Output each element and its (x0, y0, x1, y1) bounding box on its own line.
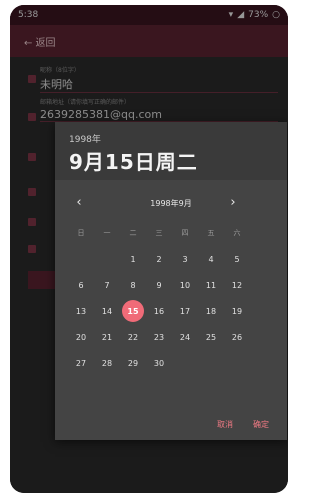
day-number: 21 (101, 332, 113, 342)
day-cell[interactable]: 21 (94, 324, 120, 350)
day-number: 12 (231, 280, 243, 290)
day-cell[interactable]: 1 (120, 246, 146, 272)
selected-day-cell[interactable]: 15 (120, 298, 146, 324)
day-number: 8 (130, 280, 136, 290)
day-number: 23 (153, 332, 165, 342)
day-cell[interactable]: 23 (146, 324, 172, 350)
day-number: 19 (231, 306, 243, 316)
phone-screen: 5:38 ▾ ◢ 73% ○ ← 返回 昵称（8位字） 未明哈 邮箱地址（请你填… (10, 5, 288, 493)
day-cell[interactable]: 24 (172, 324, 198, 350)
weekday-label: 四 (181, 229, 189, 237)
date-picker-header: 1998年 9月15日周二 (55, 122, 287, 180)
day-number: 22 (127, 332, 139, 342)
day-number: 18 (205, 306, 217, 316)
day-number: 14 (101, 306, 113, 316)
weekday-header: 日一二三四五六 (68, 228, 250, 238)
weekday-label: 日 (77, 229, 85, 237)
day-number: 28 (101, 358, 113, 368)
day-number: 10 (179, 280, 191, 290)
day-cell[interactable]: 5 (224, 246, 250, 272)
weekday-label: 五 (207, 229, 215, 237)
day-cell[interactable]: 22 (120, 324, 146, 350)
weekday-label: 一 (103, 229, 111, 237)
day-number: 25 (205, 332, 217, 342)
day-number: 24 (179, 332, 191, 342)
day-number: 1 (130, 254, 136, 264)
day-number: 26 (231, 332, 243, 342)
day-cell[interactable]: 18 (198, 298, 224, 324)
day-cell[interactable]: 17 (172, 298, 198, 324)
day-cell[interactable]: 4 (198, 246, 224, 272)
day-cell[interactable]: 20 (68, 324, 94, 350)
month-navigation: ‹ 1998年9月 › (55, 196, 287, 212)
day-cell[interactable]: 7 (94, 272, 120, 298)
cancel-button[interactable]: 取消 (217, 419, 233, 430)
day-cell[interactable]: 30 (146, 350, 172, 376)
day-number: 29 (127, 358, 139, 368)
selected-year[interactable]: 1998年 (69, 132, 101, 145)
day-number: 16 (153, 306, 165, 316)
day-number: 3 (182, 254, 188, 264)
dialog-actions: 取消 确定 (217, 419, 269, 430)
day-cell[interactable]: 16 (146, 298, 172, 324)
day-cell[interactable]: 9 (146, 272, 172, 298)
day-cell[interactable]: 26 (224, 324, 250, 350)
day-cell[interactable]: 19 (224, 298, 250, 324)
day-number: 11 (205, 280, 217, 290)
day-cell[interactable]: 13 (68, 298, 94, 324)
day-number: 6 (78, 280, 84, 290)
day-cell[interactable]: 2 (146, 246, 172, 272)
day-cell[interactable]: 14 (94, 298, 120, 324)
day-number: 27 (75, 358, 87, 368)
ok-button[interactable]: 确定 (253, 419, 269, 430)
day-cell[interactable]: 10 (172, 272, 198, 298)
day-number: 13 (75, 306, 87, 316)
day-cell[interactable]: 6 (68, 272, 94, 298)
day-cell[interactable]: 8 (120, 272, 146, 298)
day-cell[interactable]: 11 (198, 272, 224, 298)
day-number: 30 (153, 358, 165, 368)
day-cell[interactable]: 25 (198, 324, 224, 350)
day-cell[interactable]: 28 (94, 350, 120, 376)
day-cell[interactable]: 29 (120, 350, 146, 376)
selected-date: 9月15日周二 (69, 150, 198, 174)
day-cell[interactable]: 27 (68, 350, 94, 376)
day-number: 17 (179, 306, 191, 316)
day-cell[interactable]: 12 (224, 272, 250, 298)
day-number: 5 (234, 254, 240, 264)
day-number: 2 (156, 254, 162, 264)
calendar-grid: 1 2 3 4 5 6 7 8 9 10 11 12 13 14 15 16 17 18 19 20 21 22 23 24 2… (68, 246, 250, 376)
day-cell[interactable]: 3 (172, 246, 198, 272)
date-picker-dialog: 1998年 9月15日周二 ‹ 1998年9月 › 日一二三四五六 123456… (55, 122, 287, 440)
empty-day-cell (68, 246, 94, 272)
month-title: 1998年9月 (150, 199, 192, 208)
day-number: 4 (208, 254, 214, 264)
chevron-right-icon[interactable]: › (225, 196, 241, 212)
day-number: 9 (156, 280, 162, 290)
weekday-label: 三 (155, 229, 163, 237)
empty-day-cell (94, 246, 120, 272)
day-number: 15 (127, 306, 139, 316)
weekday-label: 二 (129, 229, 137, 237)
weekday-label: 六 (233, 229, 241, 237)
day-number: 7 (104, 280, 110, 290)
day-number: 20 (75, 332, 87, 342)
